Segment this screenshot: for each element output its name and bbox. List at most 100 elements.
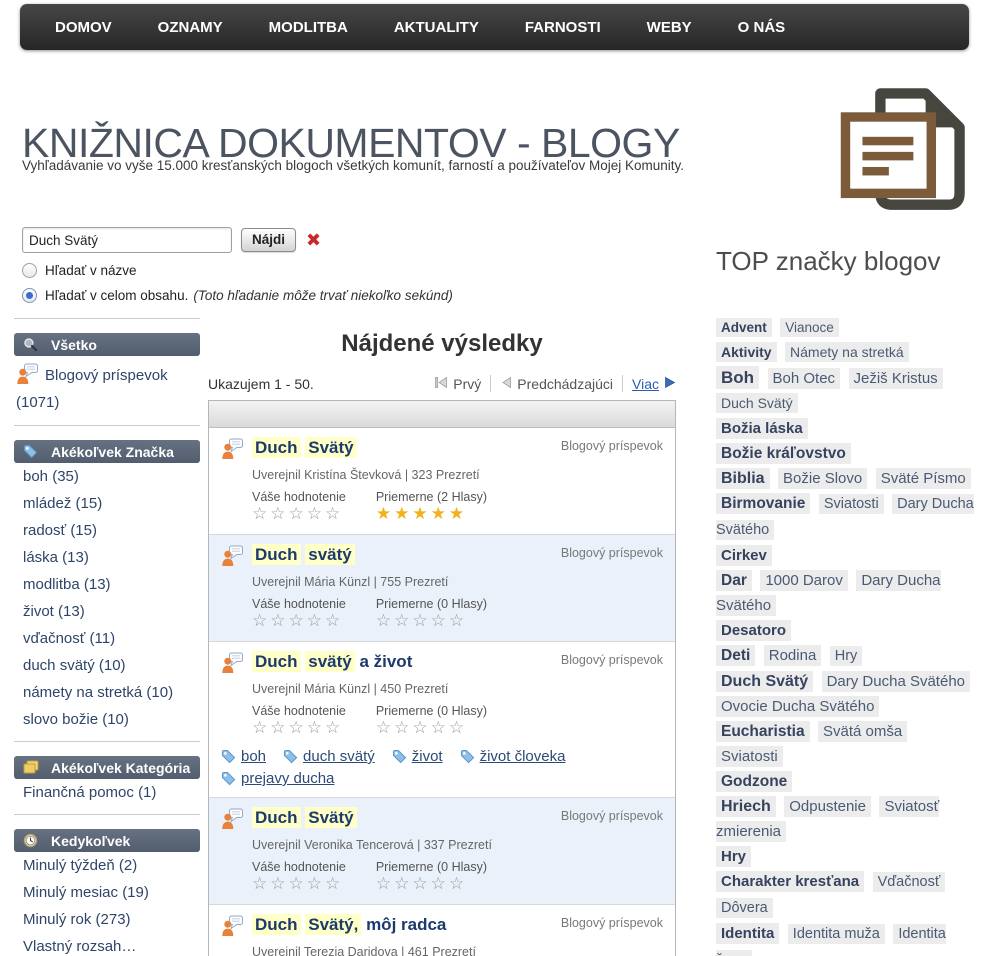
star-icon[interactable]: ☆ (307, 874, 325, 893)
result-tag-link[interactable]: boh (221, 748, 266, 765)
blog-tag[interactable]: Dôvera (716, 898, 773, 918)
blog-tag[interactable]: Godzone (716, 771, 792, 792)
filter-item[interactable]: slovo božie (10) (14, 706, 200, 733)
star-icon[interactable]: ☆ (394, 874, 412, 893)
star-icon[interactable]: ☆ (307, 504, 325, 523)
blog-tag[interactable]: Identita (716, 923, 779, 944)
search-input[interactable] (22, 227, 232, 253)
blog-tag[interactable]: Námety na stretká (785, 342, 909, 362)
filter-item[interactable]: vďačnosť (11) (14, 625, 200, 652)
star-icon[interactable]: ☆ (376, 718, 394, 737)
blog-tag[interactable]: Božie Slovo (778, 468, 867, 489)
filter-header-tag[interactable]: Akékoľvek Značka (14, 440, 200, 463)
filter-header-category[interactable]: Akékoľvek Kategória (14, 756, 200, 779)
result-title-link[interactable]: Duch Svätý, môj radca (252, 914, 561, 936)
nav-item-domov[interactable]: DOMOV (32, 19, 135, 36)
filter-item[interactable]: láska (13) (14, 544, 200, 571)
star-icon[interactable]: ☆ (449, 718, 467, 737)
star-icon[interactable]: ☆ (376, 874, 394, 893)
blog-tag[interactable]: Boh (716, 366, 759, 389)
filter-item[interactable]: Finančná pomoc (1) (14, 779, 200, 806)
nav-item-modlitba[interactable]: MODLITBA (246, 19, 371, 36)
result-title-link[interactable]: Duch Svätý (252, 437, 561, 459)
blog-tag[interactable]: Vianoce (780, 318, 839, 337)
filter-item[interactable]: Vlastný rozsah… (14, 933, 200, 956)
star-icon[interactable]: ☆ (325, 504, 343, 523)
result-tag-link[interactable]: život (392, 748, 443, 765)
blog-tag[interactable]: Vďačnosť (873, 872, 946, 892)
blog-tag[interactable]: Cirkev (716, 545, 772, 566)
star-icon[interactable]: ☆ (412, 718, 430, 737)
blog-tag[interactable]: Božia láska (716, 418, 808, 439)
star-icon[interactable]: ☆ (412, 874, 430, 893)
blog-tag[interactable]: Rodina (764, 645, 822, 666)
blog-tag[interactable]: Hriech (716, 796, 776, 817)
filter-item[interactable]: modlitba (13) (14, 571, 200, 598)
blog-tag[interactable]: Duch Svätý (716, 393, 798, 413)
filter-item[interactable]: Minulý mesiac (19) (14, 879, 200, 906)
star-icon[interactable]: ★ (376, 504, 394, 523)
nav-item-aktuality[interactable]: AKTUALITY (371, 19, 502, 36)
star-icon[interactable]: ☆ (307, 718, 325, 737)
star-icon[interactable]: ★ (412, 504, 430, 523)
blog-tag[interactable]: Ovocie Ducha Svätého (716, 696, 879, 717)
filter-item[interactable]: námety na stretká (10) (14, 679, 200, 706)
star-icon[interactable]: ☆ (252, 611, 270, 630)
blog-tag[interactable]: 1000 Darov (760, 570, 848, 591)
blog-tag[interactable]: Svätá omša (818, 721, 907, 742)
star-icon[interactable]: ★ (431, 504, 449, 523)
pagination-more[interactable]: Viac (632, 376, 676, 392)
rating-stars[interactable]: ☆☆☆☆☆ (376, 611, 487, 631)
rating-stars[interactable]: ☆☆☆☆☆ (376, 718, 487, 738)
blog-tag[interactable]: Identita muža (788, 924, 885, 944)
star-icon[interactable]: ☆ (270, 611, 288, 630)
filter-header-all[interactable]: Všetko (14, 333, 200, 356)
result-title-link[interactable]: Duch svätý a život (252, 651, 561, 673)
blog-tag[interactable]: Odpustenie (784, 796, 871, 817)
star-icon[interactable]: ☆ (431, 611, 449, 630)
star-icon[interactable]: ☆ (431, 874, 449, 893)
filter-item-blog-posts[interactable]: Blogový príspevok (1071) (14, 356, 200, 417)
rating-stars[interactable]: ☆☆☆☆☆ (252, 611, 346, 631)
nav-item-oznamy[interactable]: OZNAMY (135, 19, 246, 36)
star-icon[interactable]: ☆ (289, 718, 307, 737)
star-icon[interactable]: ☆ (431, 718, 449, 737)
rating-stars[interactable]: ☆☆☆☆☆ (376, 874, 487, 894)
filter-item[interactable]: Minulý rok (273) (14, 906, 200, 933)
star-icon[interactable]: ☆ (325, 874, 343, 893)
blog-tag[interactable]: Sväté Písmo (876, 468, 971, 489)
star-icon[interactable]: ☆ (412, 611, 430, 630)
result-title-link[interactable]: Duch Svätý (252, 807, 561, 829)
blog-tag[interactable]: Advent (716, 318, 772, 337)
rating-stars[interactable]: ☆☆☆☆☆ (252, 718, 346, 738)
star-icon[interactable]: ☆ (376, 611, 394, 630)
star-icon[interactable]: ☆ (325, 718, 343, 737)
rating-stars[interactable]: ☆☆☆☆☆ (252, 504, 346, 524)
blog-tag[interactable]: Sviatosti (716, 746, 783, 767)
search-button[interactable]: Nájdi (241, 228, 296, 252)
blog-tag[interactable]: Duch Svätý (716, 671, 813, 692)
blog-tag[interactable]: Deti (716, 645, 755, 666)
blog-tag[interactable]: Eucharistia (716, 721, 810, 742)
filter-item[interactable]: boh (35) (14, 463, 200, 490)
blog-tag[interactable]: Birmovanie (716, 493, 810, 514)
rating-stars[interactable]: ★★★★★ (376, 504, 487, 524)
star-icon[interactable]: ☆ (252, 874, 270, 893)
star-icon[interactable]: ☆ (307, 611, 325, 630)
blog-tag[interactable]: Dar (716, 570, 752, 591)
blog-tag[interactable]: Aktivity (716, 342, 777, 362)
result-tag-link[interactable]: duch svätý (283, 748, 375, 765)
blog-tag[interactable]: Sviatosti (819, 494, 884, 514)
star-icon[interactable]: ☆ (270, 718, 288, 737)
star-icon[interactable]: ☆ (394, 718, 412, 737)
star-icon[interactable]: ☆ (325, 611, 343, 630)
filter-item[interactable]: duch svätý (10) (14, 652, 200, 679)
blog-tag[interactable]: Ježiš Kristus (849, 368, 943, 389)
clear-search-icon[interactable]: ✖ (306, 231, 321, 249)
pagination-first[interactable]: Prvý (434, 376, 481, 392)
star-icon[interactable]: ☆ (394, 611, 412, 630)
blog-tag[interactable]: Desatoro (716, 620, 791, 641)
radio-search-title[interactable] (22, 263, 37, 278)
blog-tag[interactable]: Charakter kresťana (716, 871, 864, 892)
blog-tag[interactable]: Hry (716, 846, 751, 867)
